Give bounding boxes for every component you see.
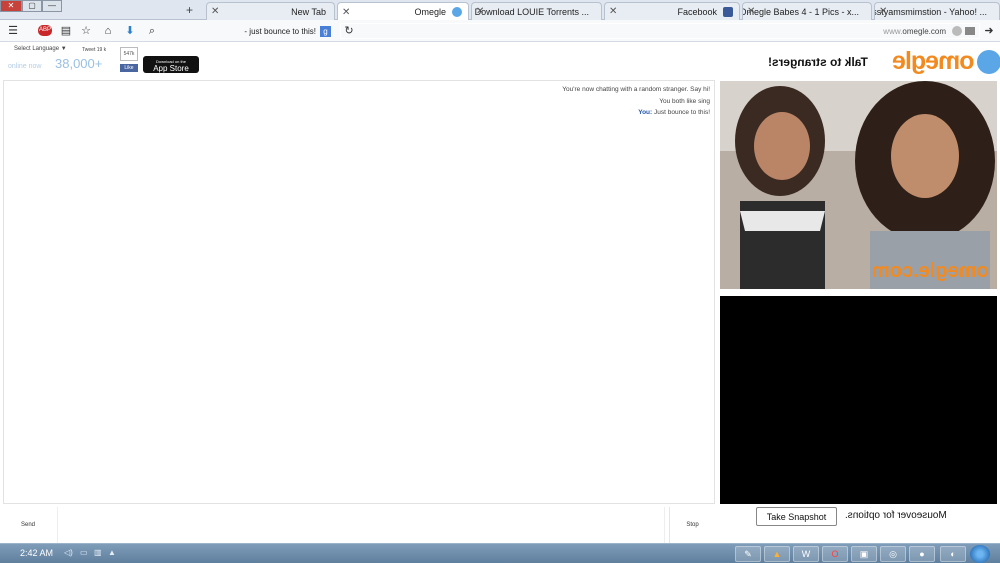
reload-icon[interactable]: ↻ [342, 24, 356, 38]
tab-title: Download LOUIE Torrents ... [474, 6, 589, 17]
tab-yahoo[interactable]: ✕ sstyamsmimstion - Yahoo! ... [874, 2, 1000, 20]
tray-monitor-icon[interactable]: ▭ [80, 548, 88, 557]
site-info-icon[interactable] [952, 26, 962, 36]
home-icon[interactable]: ⌂ [101, 24, 115, 38]
close-tab-icon[interactable]: ✕ [476, 6, 484, 17]
omegle-icon [452, 7, 462, 17]
page-icon [965, 27, 975, 35]
clipboard-icon[interactable]: ▤ [59, 24, 73, 38]
system-message: You both like sing [659, 98, 710, 105]
close-tab-icon[interactable]: ✕ [879, 6, 887, 17]
close-tab-icon[interactable]: ✕ [211, 6, 219, 17]
explorer-icon[interactable]: ◐ [940, 546, 966, 562]
search-text: - just bounce to this! [244, 26, 316, 36]
adblock-icon[interactable]: ABP [38, 25, 52, 36]
window-maximize-button[interactable]: ▢ [22, 0, 42, 12]
windows-taskbar: ◐ ● ◎ ▣ O W ▲ ✎ ▲ ▥ ▭ ◁) 2:42 AM [0, 543, 1000, 563]
close-tab-icon[interactable]: ✕ [342, 7, 350, 18]
tab-bar: ✕ ▢ — ✕ sstyamsmimstion - Yahoo! ... ✕ O… [0, 0, 1000, 21]
tab-torrents[interactable]: ✕ Download LOUIE Torrents ... [471, 2, 602, 20]
speaker-label: You: [638, 109, 653, 116]
facebook-like-button[interactable]: Like [120, 64, 138, 72]
taskbar-clock[interactable]: 2:42 AM [20, 548, 53, 558]
tab-title: sstyamsmimstion - Yahoo! ... [874, 6, 987, 17]
word-icon[interactable]: W [793, 546, 819, 562]
download-arrow-icon[interactable]: ⬇ [123, 24, 137, 38]
back-arrow-icon[interactable]: ➜ [982, 24, 996, 38]
tab-title: Facebook [677, 6, 717, 17]
chrome-icon[interactable]: ◎ [880, 546, 906, 562]
menu-hamburger-icon[interactable]: ☰ [6, 24, 20, 38]
stranger-video-frame [720, 81, 997, 289]
app-store-button[interactable]: Download on the App Store [143, 56, 199, 73]
tab-title: New Tab [291, 6, 326, 17]
system-message: You're now chatting with a random strang… [562, 86, 710, 93]
search-icon[interactable]: ⌕ [145, 24, 159, 38]
tab-omegle[interactable]: ✕ Omegle [337, 2, 469, 21]
online-count: 38,000+ [55, 56, 103, 71]
paint-icon[interactable]: ✎ [735, 546, 761, 562]
mouseover-options-text: Mouseover for options. [845, 510, 947, 521]
app-store-label: App Store [153, 63, 189, 73]
omegle-watermark: omegle.com [872, 260, 989, 282]
chat-log[interactable]: You're now chatting with a random strang… [3, 80, 715, 504]
message-text: Just bounce to this! [652, 109, 710, 116]
new-tab-plus-icon[interactable]: + [186, 3, 193, 17]
stranger-video[interactable]: omegle.com [720, 81, 997, 289]
window-controls: ✕ ▢ — [0, 0, 62, 12]
chat-message: You: Just bounce to this! [638, 109, 710, 116]
close-tab-icon[interactable]: ✕ [609, 6, 617, 17]
folder-icon[interactable]: ▣ [851, 546, 877, 562]
omegle-logo[interactable]: omegle [893, 47, 1000, 76]
tray-volume-icon[interactable]: ◁) [64, 548, 73, 557]
vlc-icon[interactable]: ▲ [764, 546, 790, 562]
select-language-dropdown[interactable]: Select Language ▼ [14, 46, 67, 52]
firefox-icon[interactable]: ● [909, 546, 935, 562]
tab-title: Omegle [414, 7, 446, 17]
tab-facebook[interactable]: ✕ Facebook [604, 2, 740, 20]
search-box[interactable]: - just bounce to this! g [160, 23, 335, 39]
navigation-bar: ➜ www.omegle.com ↻ - just bounce to this… [0, 20, 1000, 42]
tab-new-tab[interactable]: ✕ New Tab [206, 2, 335, 20]
window-close-button[interactable]: ✕ [0, 0, 22, 12]
tray-network-icon[interactable]: ▥ [94, 548, 102, 557]
bookmark-star-icon[interactable]: ☆ [79, 24, 93, 38]
tweet-label: Tweet [82, 47, 96, 53]
tab-omegle-babes[interactable]: ✕ Omegle Babes 4 - 1 Pics - x... [742, 2, 872, 20]
take-snapshot-button[interactable]: Take Snapshot [756, 507, 837, 526]
tray-arrow-icon[interactable]: ▲ [108, 548, 116, 557]
speech-bubble-icon [976, 49, 1000, 74]
browser-window: ✕ ▢ — ✕ sstyamsmimstion - Yahoo! ... ✕ O… [0, 0, 1000, 563]
address-bar[interactable]: www.omegle.com [340, 23, 980, 39]
send-button[interactable]: Send [3, 507, 53, 543]
online-label: online now [8, 63, 42, 70]
close-tab-icon[interactable]: ✕ [747, 6, 755, 17]
message-input[interactable] [57, 507, 665, 543]
url-host-text: www.omegle.com [883, 26, 946, 36]
stop-button[interactable]: Stop [669, 507, 715, 543]
logo-text: omegle [893, 47, 975, 75]
tagline: Talk to strangers! [768, 55, 868, 69]
tweet-count: 19 k [96, 47, 107, 53]
like-count: 547k [120, 47, 138, 61]
tab-title: Omegle Babes 4 - 1 Pics - x... [742, 6, 859, 17]
facebook-icon [723, 6, 733, 17]
chat-input-area: Send Stop [3, 507, 715, 543]
tweet-button[interactable]: Tweet 19 k [82, 47, 106, 53]
window-minimize-button[interactable]: — [42, 0, 62, 12]
start-button[interactable] [970, 545, 990, 563]
google-search-icon: g [320, 25, 331, 37]
self-video[interactable] [720, 296, 997, 504]
opera-icon[interactable]: O [822, 546, 848, 562]
